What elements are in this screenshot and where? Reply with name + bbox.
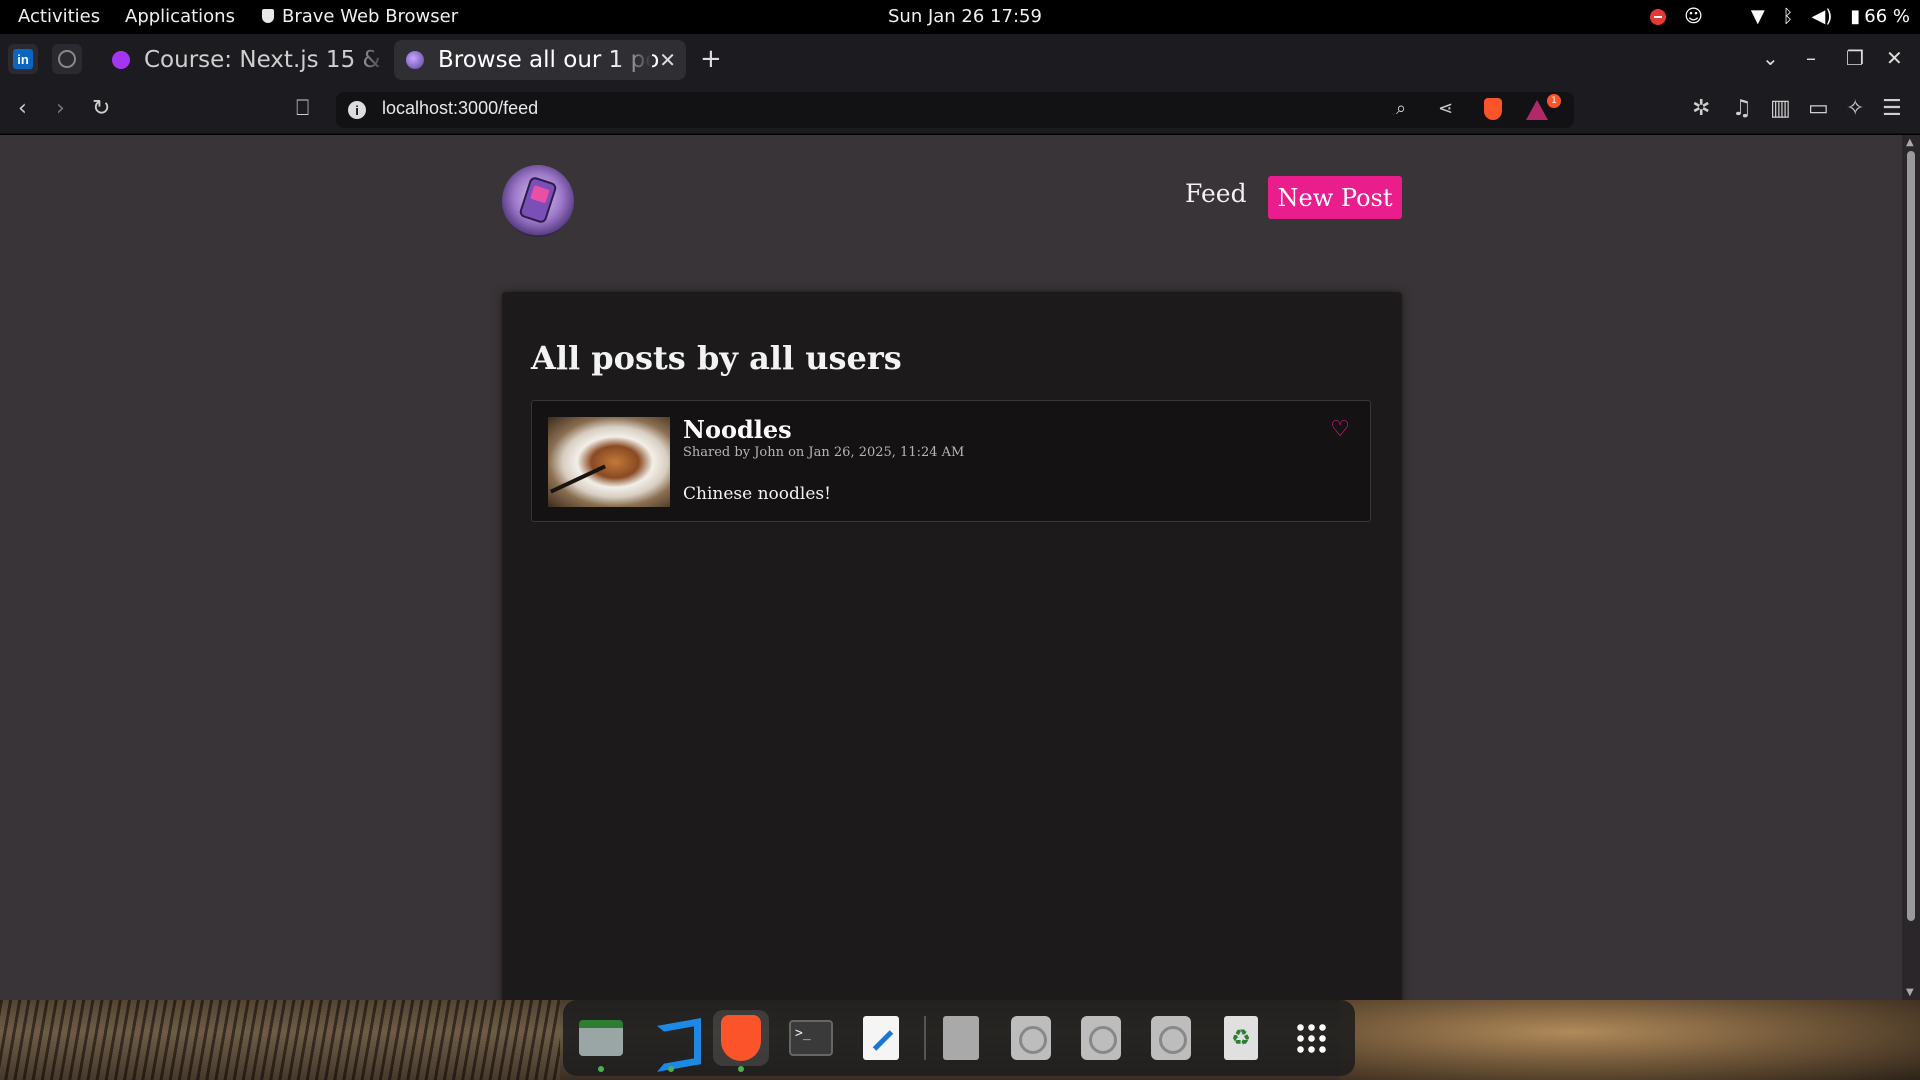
clock[interactable]: Sun Jan 26 17:59 bbox=[888, 6, 1042, 27]
bookmark-icon[interactable]: ⎕ bbox=[296, 96, 309, 121]
do-not-disturb-icon bbox=[1650, 8, 1667, 25]
scroll-up-icon[interactable]: ▲ bbox=[1906, 137, 1914, 148]
dock-app-grid[interactable] bbox=[1283, 1010, 1339, 1066]
post-card: Noodles Shared by John on Jan 26, 2025, … bbox=[531, 400, 1371, 522]
system-tray[interactable]: ☺ ▼ ᛒ ◀) ▮ 66 % bbox=[1650, 6, 1910, 27]
dock-vscode[interactable] bbox=[643, 1010, 699, 1072]
disc-icon bbox=[1081, 1016, 1121, 1060]
page-title: All posts by all users bbox=[531, 339, 902, 377]
menu-icon[interactable]: ☰ bbox=[1882, 96, 1902, 121]
tab-fade bbox=[350, 40, 390, 80]
active-app-menu[interactable]: Brave Web Browser bbox=[262, 6, 458, 27]
like-heart-icon[interactable]: ♡ bbox=[1330, 417, 1350, 442]
post-image bbox=[548, 417, 670, 507]
close-window-icon[interactable]: ✕ bbox=[1886, 46, 1903, 70]
page-scrollbar[interactable]: ▲ ▼ bbox=[1902, 135, 1920, 1000]
reload-icon[interactable]: ↻ bbox=[92, 96, 110, 121]
wallet-icon[interactable]: ▭ bbox=[1808, 96, 1829, 121]
dock-disc-1[interactable] bbox=[1003, 1010, 1059, 1066]
scroll-down-icon[interactable]: ▼ bbox=[1906, 987, 1914, 998]
extensions-icon[interactable]: ✲ bbox=[1692, 96, 1710, 121]
system-top-bar: Activities Applications Brave Web Browse… bbox=[0, 0, 1920, 34]
phone-logo-icon bbox=[518, 175, 558, 225]
sidebar-icon[interactable]: ▥ bbox=[1770, 96, 1791, 121]
battery-icon: ▮ bbox=[1850, 6, 1861, 27]
dock-trash[interactable]: ♻ bbox=[1213, 1010, 1269, 1066]
post-meta: Shared by John on Jan 26, 2025, 11:24 AM bbox=[683, 445, 965, 460]
battery-percent: 66 % bbox=[1864, 6, 1910, 27]
post-content: Chinese noodles! bbox=[683, 484, 831, 504]
close-tab-icon[interactable]: ✕ bbox=[659, 48, 676, 72]
leo-ai-icon[interactable]: ✧ bbox=[1846, 96, 1864, 121]
chopsticks-shape bbox=[549, 464, 607, 494]
tab-feed[interactable]: Browse all our 1 po ✕ bbox=[394, 40, 686, 80]
app-logo[interactable] bbox=[502, 165, 574, 237]
brave-rewards-icon[interactable]: 1 bbox=[1526, 94, 1561, 125]
app-logo-icon bbox=[406, 51, 424, 69]
dock: >_ ♻ bbox=[563, 1000, 1355, 1076]
files-icon bbox=[579, 1020, 623, 1056]
dock-terminal[interactable]: >_ bbox=[783, 1010, 839, 1066]
url-text[interactable]: localhost:3000/feed bbox=[382, 98, 538, 119]
browser-toolbar: ‹ › ↻ ⎕ i localhost:3000/feed ⌕ ⋖ 1 ✲ ♫ … bbox=[0, 84, 1920, 134]
bluetooth-icon: ᛒ bbox=[1782, 6, 1794, 27]
wallpaper-ground bbox=[1340, 1000, 1920, 1080]
wallpaper-grass bbox=[0, 1000, 560, 1080]
site-info-icon[interactable]: i bbox=[348, 101, 366, 119]
linkedin-icon: in bbox=[13, 49, 33, 69]
vscode-icon bbox=[651, 1018, 691, 1058]
brave-icon bbox=[721, 1015, 761, 1061]
udemy-icon bbox=[112, 51, 130, 69]
tab-fade bbox=[612, 40, 652, 80]
address-bar[interactable]: i localhost:3000/feed ⌕ ⋖ 1 bbox=[336, 92, 1574, 128]
volume-icon: ◀) bbox=[1811, 6, 1833, 27]
dock-brave[interactable] bbox=[713, 1010, 769, 1072]
wifi-icon: ▼ bbox=[1750, 6, 1765, 27]
tab-list-chevron-icon[interactable]: ⌄ bbox=[1762, 46, 1779, 70]
active-app-label: Brave Web Browser bbox=[282, 6, 459, 27]
trash-icon: ♻ bbox=[1224, 1016, 1258, 1060]
brave-shields-icon[interactable] bbox=[1484, 98, 1502, 125]
minimize-icon[interactable]: – bbox=[1806, 46, 1816, 70]
share-icon[interactable]: ⋖ bbox=[1438, 98, 1453, 119]
accessibility-icon[interactable]: ☺ bbox=[1684, 6, 1703, 27]
scrollbar-thumb[interactable] bbox=[1907, 151, 1915, 921]
app-grid-icon bbox=[1295, 1022, 1327, 1054]
dock-disc-3[interactable] bbox=[1143, 1010, 1199, 1066]
zoom-icon[interactable]: ⌕ bbox=[1396, 98, 1406, 119]
new-tab-button[interactable]: + bbox=[700, 44, 722, 74]
disc-icon bbox=[1151, 1016, 1191, 1060]
dock-files[interactable] bbox=[573, 1010, 629, 1072]
tab-strip: in Course: Next.js 15 & R Browse all our… bbox=[0, 34, 1920, 84]
dock-separator bbox=[924, 1016, 926, 1060]
brave-small-icon bbox=[262, 9, 274, 23]
github-icon bbox=[58, 50, 76, 68]
back-icon[interactable]: ‹ bbox=[18, 96, 27, 121]
pinned-tab-github[interactable] bbox=[52, 44, 82, 74]
site-header: Feed New Post bbox=[502, 165, 1402, 245]
new-post-button[interactable]: New Post bbox=[1268, 176, 1402, 219]
dock-document[interactable] bbox=[933, 1010, 989, 1066]
terminal-icon: >_ bbox=[789, 1020, 833, 1056]
dock-text-editor[interactable] bbox=[853, 1010, 909, 1066]
nav-feed-link[interactable]: Feed bbox=[1185, 179, 1247, 208]
maximize-icon[interactable]: ❐ bbox=[1846, 46, 1864, 70]
activities-button[interactable]: Activities bbox=[18, 6, 100, 27]
rewards-badge: 1 bbox=[1547, 94, 1561, 108]
post-title: Noodles bbox=[683, 415, 792, 444]
dock-disc-2[interactable] bbox=[1073, 1010, 1129, 1066]
text-editor-icon bbox=[863, 1016, 899, 1060]
page-viewport: Feed New Post All posts by all users Noo… bbox=[0, 135, 1920, 1012]
applications-menu[interactable]: Applications bbox=[125, 6, 235, 27]
posts-panel: All posts by all users Noodles Shared by… bbox=[502, 292, 1402, 1012]
forward-icon[interactable]: › bbox=[56, 96, 65, 121]
media-icon[interactable]: ♫ bbox=[1732, 96, 1752, 121]
disc-icon bbox=[1011, 1016, 1051, 1060]
tab-course[interactable]: Course: Next.js 15 & R bbox=[100, 40, 390, 80]
pinned-tab-linkedin[interactable]: in bbox=[8, 44, 38, 74]
document-icon bbox=[943, 1016, 979, 1060]
